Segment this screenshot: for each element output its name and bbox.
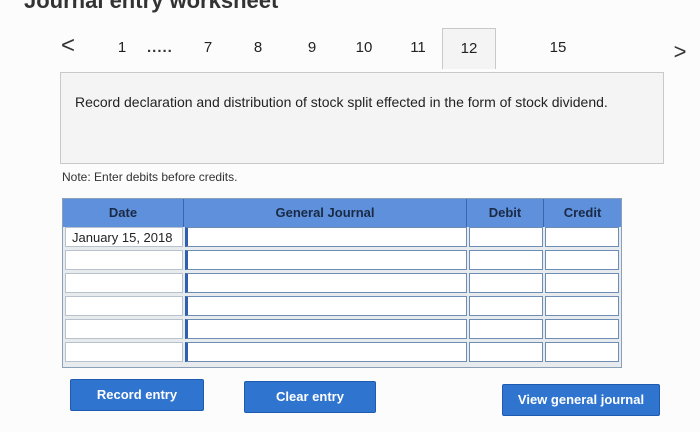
journal-table: Date General Journal Debit Credit Januar… <box>62 198 622 368</box>
column-header-debit: Debit <box>467 199 544 227</box>
credit-input[interactable] <box>545 250 619 270</box>
debit-input[interactable] <box>469 319 543 339</box>
column-header-credit: Credit <box>544 199 621 227</box>
tab-ellipsis: ..... <box>147 39 173 56</box>
table-row <box>63 273 621 295</box>
table-header: Date General Journal Debit Credit <box>63 199 621 227</box>
instruction-text: Record declaration and distribution of s… <box>75 94 608 110</box>
page-title: Journal entry worksheet <box>24 0 279 13</box>
column-header-date: Date <box>63 199 184 227</box>
general-journal-input[interactable] <box>185 227 467 247</box>
table-row <box>63 342 621 364</box>
general-journal-input[interactable] <box>185 296 467 316</box>
debit-input[interactable] <box>469 296 543 316</box>
table-row <box>63 250 621 272</box>
general-journal-input[interactable] <box>185 319 467 339</box>
tab-11[interactable]: 11 <box>406 36 430 60</box>
journal-entry-worksheet: Journal entry worksheet < 1 ..... 7 8 9 … <box>0 0 700 432</box>
debit-input[interactable] <box>469 250 543 270</box>
date-cell[interactable]: January 15, 2018 <box>65 227 183 247</box>
credit-input[interactable] <box>545 227 619 247</box>
general-journal-input[interactable] <box>185 342 467 362</box>
credit-input[interactable] <box>545 319 619 339</box>
date-cell[interactable] <box>65 296 183 316</box>
tab-1[interactable]: 1 <box>112 36 132 60</box>
tab-7[interactable]: 7 <box>198 36 218 60</box>
column-header-general-journal: General Journal <box>184 199 467 227</box>
view-general-journal-button[interactable]: View general journal <box>502 384 660 416</box>
record-entry-button[interactable]: Record entry <box>70 379 204 411</box>
table-row: January 15, 2018 <box>63 227 621 249</box>
date-cell[interactable] <box>65 342 183 362</box>
tab-9[interactable]: 9 <box>302 36 322 60</box>
tab-15[interactable]: 15 <box>546 36 570 60</box>
previous-tab-icon[interactable]: < <box>58 34 78 58</box>
credit-input[interactable] <box>545 342 619 362</box>
credit-input[interactable] <box>545 273 619 293</box>
instruction-panel: Record declaration and distribution of s… <box>60 72 664 164</box>
date-cell[interactable] <box>65 319 183 339</box>
clear-entry-button[interactable]: Clear entry <box>244 381 376 413</box>
debit-input[interactable] <box>469 227 543 247</box>
note-text: Note: Enter debits before credits. <box>62 170 238 184</box>
date-cell[interactable] <box>65 273 183 293</box>
general-journal-input[interactable] <box>185 250 467 270</box>
date-cell[interactable] <box>65 250 183 270</box>
table-row <box>63 296 621 318</box>
credit-input[interactable] <box>545 296 619 316</box>
tab-bar: < 1 ..... 7 8 9 10 11 12 15 > <box>50 28 700 72</box>
tab-8[interactable]: 8 <box>248 36 268 60</box>
general-journal-input[interactable] <box>185 273 467 293</box>
tab-12[interactable]: 12 <box>442 28 496 69</box>
table-row <box>63 319 621 341</box>
tab-10[interactable]: 10 <box>350 36 378 60</box>
next-tab-icon[interactable]: > <box>668 40 692 64</box>
debit-input[interactable] <box>469 273 543 293</box>
debit-input[interactable] <box>469 342 543 362</box>
